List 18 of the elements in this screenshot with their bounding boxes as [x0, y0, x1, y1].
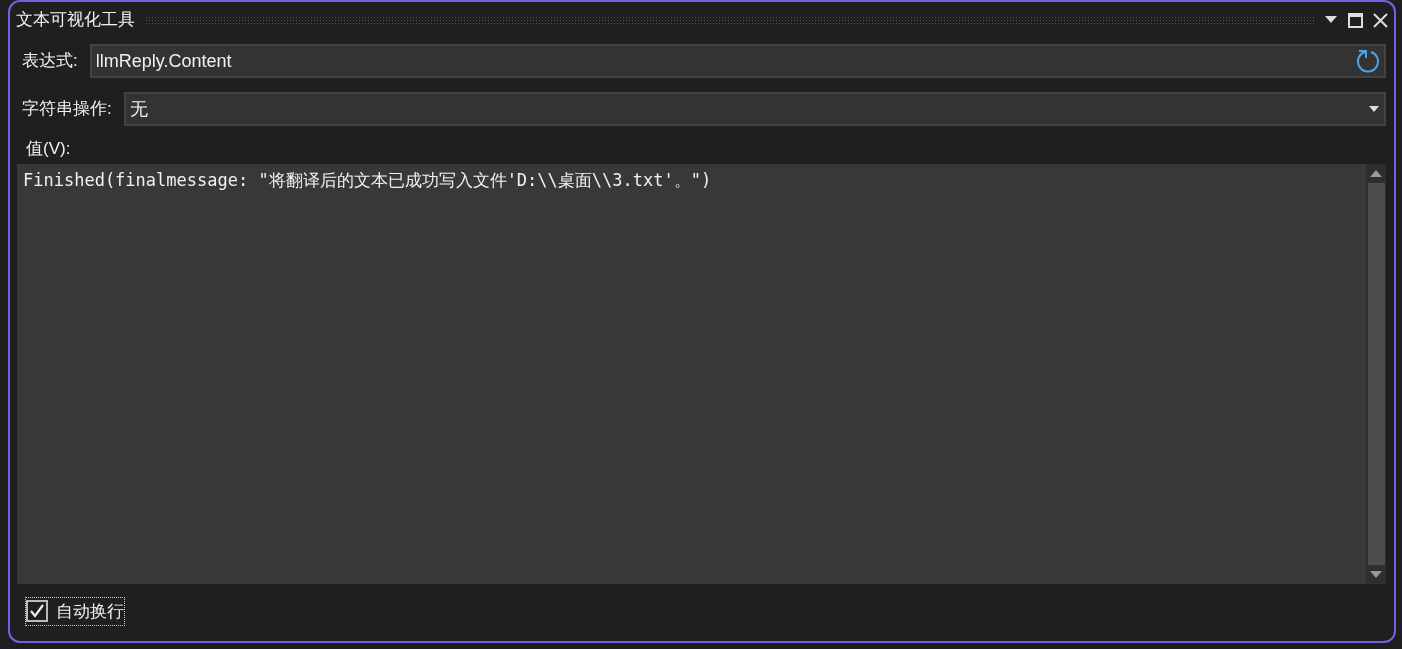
scroll-down-icon[interactable]: [1370, 570, 1382, 578]
expression-field[interactable]: llmReply.Content: [89, 44, 1386, 78]
string-operation-label: 字符串操作:: [22, 98, 112, 121]
close-icon[interactable]: [1373, 12, 1388, 28]
word-wrap-checkbox[interactable]: 自动换行: [26, 597, 124, 625]
scroll-thumb[interactable]: [1367, 182, 1385, 565]
value-text-area[interactable]: Finished(finalmessage: "将翻译后的文本已成功写入文件'D:\\桌面\\3.txt'。"): [17, 163, 1386, 584]
value-label: 值(V):: [26, 139, 71, 158]
window-title: 文本可视化工具: [16, 9, 135, 32]
dropdown-icon[interactable]: [1324, 16, 1338, 24]
string-operation-dropdown[interactable]: 无: [123, 92, 1386, 126]
caret-icon: [1368, 105, 1380, 113]
scrollbar[interactable]: [1366, 163, 1386, 584]
checkmark-icon: [29, 603, 45, 620]
scroll-up-icon[interactable]: [1370, 169, 1382, 177]
refresh-icon[interactable]: [1356, 49, 1380, 73]
maximize-icon[interactable]: [1348, 12, 1363, 28]
expression-label: 表达式:: [22, 50, 78, 73]
